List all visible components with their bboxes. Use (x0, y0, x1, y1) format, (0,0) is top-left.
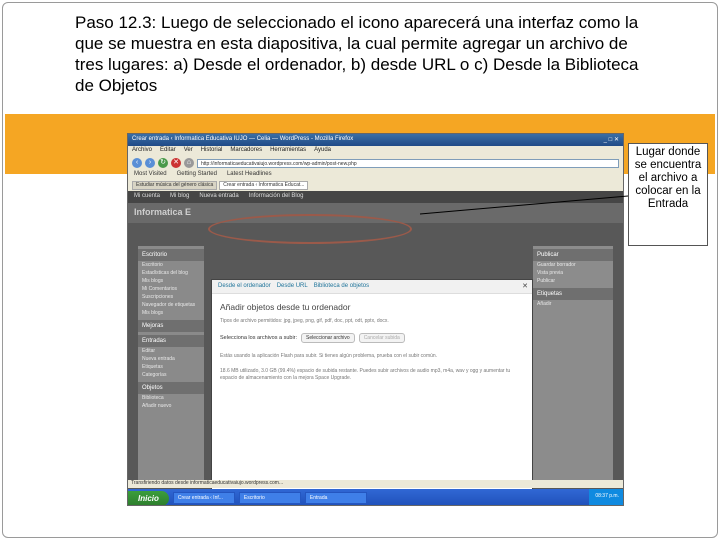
bookmark-item[interactable]: Latest Headlines (227, 171, 272, 179)
forward-icon[interactable]: › (145, 158, 155, 168)
close-icon[interactable]: ✕ (522, 282, 528, 290)
publish-button[interactable]: Publicar (533, 277, 613, 285)
wp-adminbar: Mi cuenta Mi blog Nueva entrada Informac… (128, 191, 623, 203)
panel-head: Publicar (533, 249, 613, 261)
clock: 08:37 p.m. (589, 489, 623, 505)
sidebar-item[interactable]: Suscripciones (138, 293, 204, 301)
sidebar-head[interactable]: Mejoras (138, 320, 204, 332)
taskbar-item[interactable]: Entrada (304, 492, 367, 504)
sidebar-item[interactable]: Estadísticas del blog (138, 269, 204, 277)
adminbar-item[interactable]: Mi blog (170, 193, 189, 201)
add-media-dialog: Desde el ordenador Desde URL Biblioteca … (211, 279, 533, 505)
stop-icon[interactable]: ✕ (171, 158, 181, 168)
tab-from-url[interactable]: Desde URL (277, 283, 308, 290)
allowed-types: Tipos de archivo permitidos: jpg, jpeg, … (220, 318, 389, 324)
adminbar-item[interactable]: Mi cuenta (134, 193, 160, 201)
browser-screenshot: Crear entrada ‹ Informatica Educativa IU… (127, 133, 624, 506)
menu-file[interactable]: Archivo (132, 147, 152, 155)
window-controls[interactable]: _ □ ✕ (604, 136, 619, 144)
select-file-button[interactable]: Seleccionar archivo (301, 333, 355, 343)
home-icon[interactable]: ⌂ (184, 158, 194, 168)
sidebar-head[interactable]: Escritorio (138, 249, 204, 261)
sidebar-item[interactable]: Mis blogs (138, 309, 204, 317)
preview-button[interactable]: Vista previa (533, 269, 613, 277)
sidebar-item[interactable]: Mi Comentarios (138, 285, 204, 293)
wp-sidebar: Escritorio Escritorio Estadísticas del b… (138, 246, 204, 481)
browser-tabs: Estudiar música del género clásica Crear… (128, 180, 623, 191)
browser-titlebar: Crear entrada ‹ Informatica Educativa IU… (128, 134, 623, 146)
sidebar-item[interactable]: Categorías (138, 371, 204, 379)
tab-media-library[interactable]: Biblioteca de objetos (314, 283, 369, 290)
back-icon[interactable]: ‹ (132, 158, 142, 168)
quota-info: 18.6 MB utilizado, 3.0 GB (99.4%) espaci… (220, 368, 511, 381)
taskbar-item[interactable]: Escritorio (238, 492, 301, 504)
dialog-heading: Añadir objetos desde tu ordenador (220, 302, 351, 312)
menu-help[interactable]: Ayuda (314, 147, 331, 155)
adminbar-item[interactable]: Nueva entrada (199, 193, 238, 201)
browser-tab[interactable]: Estudiar música del género clásica (132, 181, 218, 190)
sidebar-item[interactable]: Editar (138, 347, 204, 355)
taskbar-item[interactable]: Crear entrada ‹ Inf... (172, 492, 235, 504)
browser-tab-active[interactable]: Crear entrada ‹ Informatica Educat... (219, 181, 309, 190)
sidebar-item[interactable]: Nueva entrada (138, 355, 204, 363)
callout-box: Lugar donde se encuentra el archivo a co… (628, 143, 708, 246)
start-button[interactable]: Inicio (128, 490, 169, 505)
sidebar-item[interactable]: Mis blogs (138, 277, 204, 285)
wp-publish-panel: Publicar Guardar borrador Vista previa P… (533, 246, 613, 481)
dialog-tabs: Desde el ordenador Desde URL Biblioteca … (212, 280, 532, 294)
windows-taskbar: Inicio Crear entrada ‹ Inf... Escritorio… (128, 489, 623, 505)
adminbar-item[interactable]: Información del Blog (249, 193, 304, 201)
sidebar-item[interactable]: Añadir nuevo (138, 402, 204, 410)
bookmark-item[interactable]: Getting Started (177, 171, 217, 179)
browser-title: Crear entrada ‹ Informatica Educativa IU… (132, 136, 354, 142)
save-draft-button[interactable]: Guardar borrador (533, 261, 613, 269)
menu-bookmarks[interactable]: Marcadores (230, 147, 262, 155)
sidebar-head[interactable]: Entradas (138, 335, 204, 347)
sidebar-item[interactable]: Etiquetas (138, 363, 204, 371)
bookmark-item[interactable]: Most Visited (134, 171, 167, 179)
add-tag-button[interactable]: Añadir (533, 300, 613, 308)
sidebar-item[interactable]: Biblioteca (138, 394, 204, 402)
select-label: Selecciona los archivos a subir: (220, 335, 298, 341)
tab-from-computer[interactable]: Desde el ordenador (218, 283, 271, 290)
menu-tools[interactable]: Herramientas (270, 147, 306, 155)
sidebar-item[interactable]: Navegador de etiquetas (138, 301, 204, 309)
panel-head: Etiquetas (533, 288, 613, 300)
menu-edit[interactable]: Editar (160, 147, 176, 155)
browser-navbar: ‹ › ↻ ✕ ⌂ http://informaticaeducativaiuj… (128, 156, 623, 170)
sidebar-item[interactable]: Escritorio (138, 261, 204, 269)
select-row: Selecciona los archivos a subir: Selecci… (220, 333, 524, 343)
reload-icon[interactable]: ↻ (158, 158, 168, 168)
slide-title: Paso 12.3: Luego de seleccionado el icon… (75, 13, 639, 95)
bookmarks-bar: Most Visited Getting Started Latest Head… (128, 170, 623, 180)
browser-menubar: Archivo Editar Ver Historial Marcadores … (128, 146, 623, 156)
cancel-upload-button[interactable]: Cancelar subida (358, 333, 405, 343)
sidebar-head[interactable]: Objetos (138, 382, 204, 394)
status-bar: Transfiriendo datos desde informaticaedu… (128, 480, 623, 488)
menu-view[interactable]: Ver (184, 147, 193, 155)
menu-history[interactable]: Historial (201, 147, 223, 155)
address-bar[interactable]: http://informaticaeducativaiujo.wordpres… (197, 158, 619, 168)
uploader-help: Estás usando la aplicación Flash para su… (220, 353, 438, 359)
divider (5, 104, 715, 106)
highlight-ellipse (208, 214, 412, 244)
